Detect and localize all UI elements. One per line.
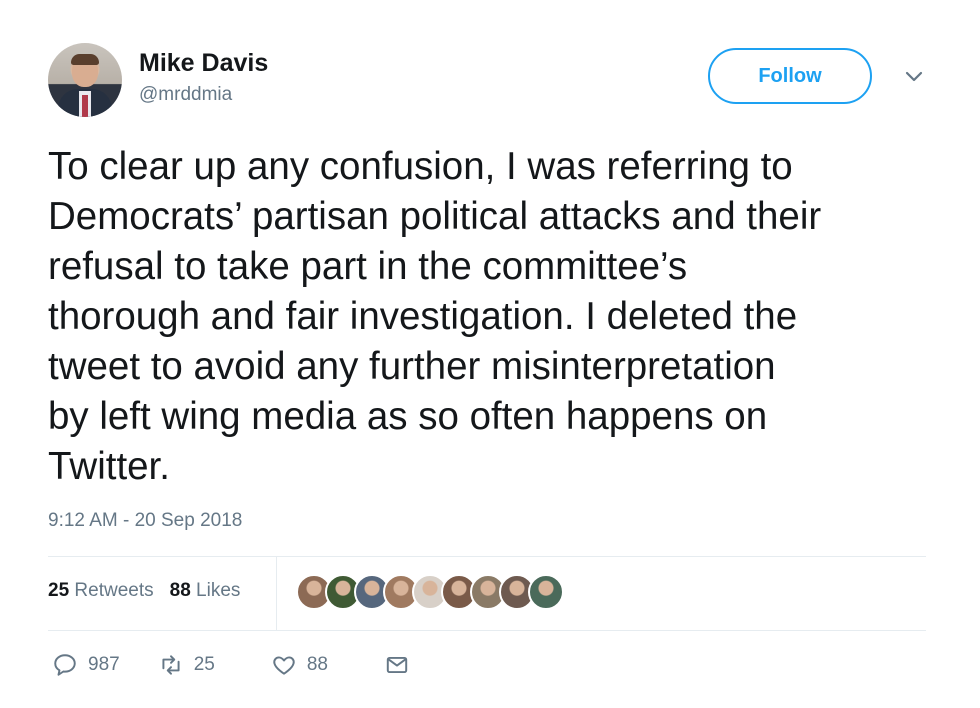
retweets-count: 25: [48, 580, 70, 601]
author-handle[interactable]: @mrddmia: [139, 84, 232, 106]
heart-icon: [273, 656, 295, 675]
envelope-icon: [386, 656, 408, 674]
author-name[interactable]: Mike Davis: [139, 49, 268, 78]
tweet-text: To clear up any confusion, I was referri…: [48, 145, 822, 488]
follow-button[interactable]: Follow: [708, 48, 872, 104]
retweet-button[interactable]: 25: [158, 652, 215, 678]
avatar[interactable]: [48, 43, 122, 117]
likes-count: 88: [169, 580, 191, 601]
divider: [276, 557, 277, 631]
direct-message-button[interactable]: [384, 652, 410, 678]
like-count: 88: [306, 654, 328, 675]
retweet-count: 25: [193, 654, 215, 675]
retweets-stat[interactable]: 25 Retweets: [48, 580, 154, 602]
liker-avatar[interactable]: [528, 574, 564, 610]
chevron-down-icon[interactable]: [904, 70, 924, 84]
liker-avatars[interactable]: [296, 574, 564, 610]
retweets-label: Retweets: [74, 580, 154, 601]
reply-count: 987: [88, 654, 120, 675]
engagement-stats: 25 Retweets 88 Likes: [48, 580, 240, 602]
likes-label: Likes: [196, 580, 241, 601]
reply-button[interactable]: 987: [52, 652, 120, 678]
tweet-timestamp[interactable]: 9:12 AM - 20 Sep 2018: [48, 510, 242, 532]
divider: [48, 630, 926, 631]
tweet-actions: 987 25 88: [52, 652, 410, 678]
reply-icon: [54, 654, 76, 676]
likes-stat[interactable]: 88 Likes: [170, 580, 241, 602]
retweet-icon: [162, 655, 180, 675]
divider: [48, 556, 926, 557]
like-button[interactable]: 88: [271, 652, 328, 678]
